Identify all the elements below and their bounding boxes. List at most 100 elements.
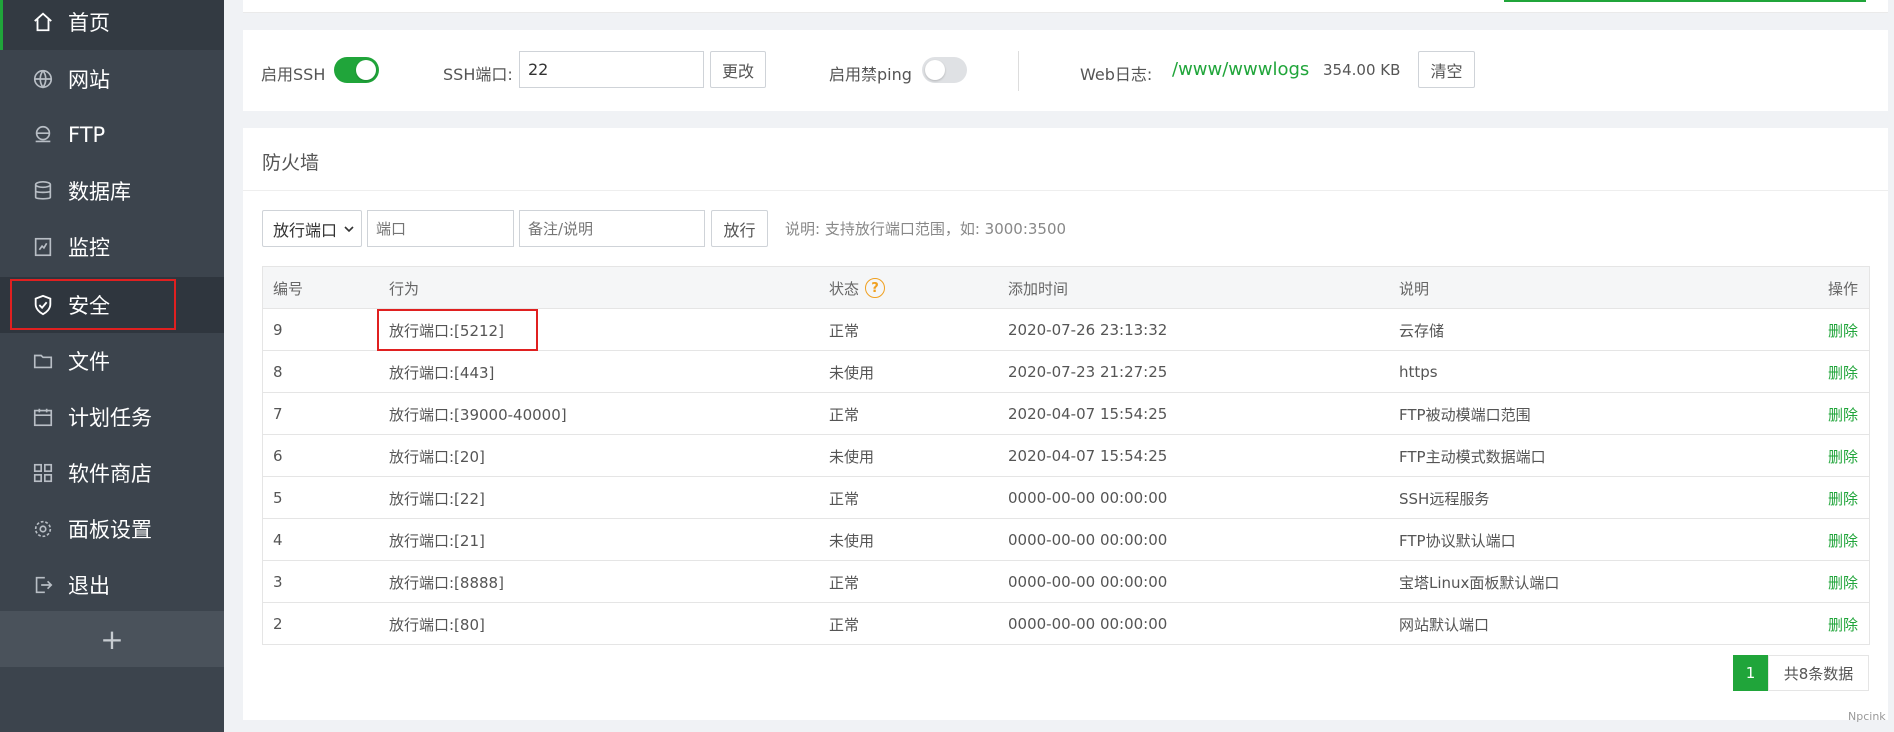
gear-icon xyxy=(30,516,56,542)
cell-time: 0000-00-00 00:00:00 xyxy=(1008,531,1168,549)
delete-link[interactable]: 删除 xyxy=(1828,435,1858,477)
cell-id: 8 xyxy=(273,363,283,381)
col-note: 说明 xyxy=(1399,279,1430,298)
cell-status: 未使用 xyxy=(829,363,875,382)
home-icon xyxy=(30,9,56,35)
firewall-title: 防火墙 xyxy=(262,152,320,174)
table-row: 7 放行端口:[39000-40000] 正常 2020-04-07 15:54:25… xyxy=(263,393,1869,435)
weblog-clear-button[interactable]: 清空 xyxy=(1418,51,1475,88)
cell-time: 0000-00-00 00:00:00 xyxy=(1008,573,1168,591)
rule-type-select[interactable]: 放行端口 xyxy=(262,210,362,247)
delete-link[interactable]: 删除 xyxy=(1828,477,1858,519)
ssh-enable-label: 启用SSH xyxy=(261,65,326,84)
cell-note: 宝塔Linux面板默认端口 xyxy=(1399,573,1560,592)
select-value: 放行端口 xyxy=(273,220,338,240)
cell-note: SSH远程服务 xyxy=(1399,489,1490,508)
sidebar-item-database[interactable]: 数据库 xyxy=(0,163,224,219)
pager-total: 共8条数据 xyxy=(1768,655,1869,691)
col-id: 编号 xyxy=(273,279,304,298)
cell-note: FTP协议默认端口 xyxy=(1399,531,1516,550)
cell-time: 2020-07-26 23:13:32 xyxy=(1008,321,1168,339)
cell-action: 放行端口:[21] xyxy=(389,531,485,550)
delete-link[interactable]: 删除 xyxy=(1828,309,1858,351)
sidebar: 首页 网站 FTP 数据库 监控 安全 文件 计划任务 软件商店 面板设置 退出… xyxy=(0,0,224,732)
ssh-port-input[interactable]: 22 xyxy=(519,51,704,88)
cell-status: 正常 xyxy=(829,321,860,340)
cell-status: 正常 xyxy=(829,573,860,592)
firewall-table: 编号 行为 状态 ? 添加时间 说明 操作 9 放行端口:[5212] 正常 2020… xyxy=(262,266,1870,645)
page-1-button[interactable]: 1 xyxy=(1733,655,1768,691)
table-header: 编号 行为 状态 ? 添加时间 说明 操作 xyxy=(263,267,1869,309)
ping-label: 启用禁ping xyxy=(829,65,912,84)
cell-id: 5 xyxy=(273,489,283,507)
cell-id: 6 xyxy=(273,447,283,465)
sidebar-item-ftp[interactable]: FTP xyxy=(0,107,224,163)
sidebar-item-label: 文件 xyxy=(68,350,110,374)
note-input[interactable] xyxy=(519,210,705,247)
table-row: 5 放行端口:[22] 正常 0000-00-00 00:00:00 SSH远程服务 删除 xyxy=(263,477,1869,519)
globe-icon xyxy=(30,66,56,92)
sidebar-item-label: 面板设置 xyxy=(68,518,152,542)
sidebar-item-label: 计划任务 xyxy=(68,406,152,430)
weblog-size: 354.00 KB xyxy=(1323,61,1401,79)
delete-link[interactable]: 删除 xyxy=(1828,351,1858,393)
table-row: 6 放行端口:[20] 未使用 2020-04-07 15:54:25 FTP主动模式数… xyxy=(263,435,1869,477)
port-input[interactable] xyxy=(367,210,514,247)
cell-time: 2020-04-07 15:54:25 xyxy=(1008,405,1168,423)
cell-time: 2020-07-23 21:27:25 xyxy=(1008,363,1168,381)
sidebar-item-cron[interactable]: 计划任务 xyxy=(0,389,224,445)
cell-time: 2020-04-07 15:54:25 xyxy=(1008,447,1168,465)
delete-link[interactable]: 删除 xyxy=(1828,561,1858,603)
delete-link[interactable]: 删除 xyxy=(1828,519,1858,561)
help-icon[interactable]: ? xyxy=(865,278,886,298)
delete-link[interactable]: 删除 xyxy=(1828,603,1858,645)
cell-action: 放行端口:[22] xyxy=(389,489,485,508)
watermark: Npcink xyxy=(1848,710,1886,723)
cell-note: https xyxy=(1399,363,1438,381)
cell-status: 正常 xyxy=(829,615,860,634)
sidebar-item-files[interactable]: 文件 xyxy=(0,333,224,389)
monitor-icon xyxy=(30,234,56,260)
cell-note: 云存储 xyxy=(1399,321,1445,340)
col-status-label: 状态 xyxy=(829,279,860,298)
sidebar-item-settings[interactable]: 面板设置 xyxy=(0,501,224,557)
sidebar-item-label: 监控 xyxy=(68,236,110,260)
ping-toggle[interactable] xyxy=(922,57,967,83)
top-green-bar xyxy=(1504,0,1866,2)
allow-port-button[interactable]: 放行 xyxy=(711,210,768,247)
table-row: 2 放行端口:[80] 正常 0000-00-00 00:00:00 网站默认端口 删除 xyxy=(263,603,1869,645)
divider xyxy=(1018,51,1019,91)
sidebar-item-security[interactable]: 安全 xyxy=(0,277,224,333)
port-range-hint: 说明: 支持放行端口范围，如: 3000:3500 xyxy=(785,220,1067,238)
sidebar-item-label: FTP xyxy=(68,123,106,147)
cell-time: 0000-00-00 00:00:00 xyxy=(1008,489,1168,507)
cell-id: 9 xyxy=(273,321,283,339)
sidebar-item-website[interactable]: 网站 xyxy=(0,51,224,107)
weblog-path-link[interactable]: /www/wwwlogs xyxy=(1172,59,1309,80)
cell-status: 未使用 xyxy=(829,531,875,550)
col-status: 状态 ? xyxy=(829,267,886,309)
sidebar-item-label: 安全 xyxy=(68,294,110,318)
toggle-knob xyxy=(925,60,945,80)
database-icon xyxy=(30,178,56,204)
sidebar-item-logout[interactable]: 退出 xyxy=(0,557,224,613)
cell-action: 放行端口:[20] xyxy=(389,447,485,466)
grid-icon xyxy=(30,460,56,486)
sidebar-item-monitor[interactable]: 监控 xyxy=(0,219,224,275)
chevron-down-icon xyxy=(344,226,354,233)
weblog-label: Web日志: xyxy=(1080,65,1153,84)
sidebar-item-home[interactable]: 首页 xyxy=(0,0,224,50)
cell-action: 放行端口:[80] xyxy=(389,615,485,634)
add-menu-button[interactable]: + xyxy=(0,611,224,667)
cell-id: 4 xyxy=(273,531,283,549)
folder-icon xyxy=(30,348,56,374)
ssh-toggle[interactable] xyxy=(334,57,379,83)
ssh-port-change-button[interactable]: 更改 xyxy=(710,51,766,88)
sidebar-item-store[interactable]: 软件商店 xyxy=(0,445,224,501)
cell-id: 3 xyxy=(273,573,283,591)
col-op: 操作 xyxy=(1828,279,1859,298)
table-row: 4 放行端口:[21] 未使用 0000-00-00 00:00:00 FTP协议默认端… xyxy=(263,519,1869,561)
cell-status: 正常 xyxy=(829,405,860,424)
delete-link[interactable]: 删除 xyxy=(1828,393,1858,435)
calendar-icon xyxy=(30,404,56,430)
